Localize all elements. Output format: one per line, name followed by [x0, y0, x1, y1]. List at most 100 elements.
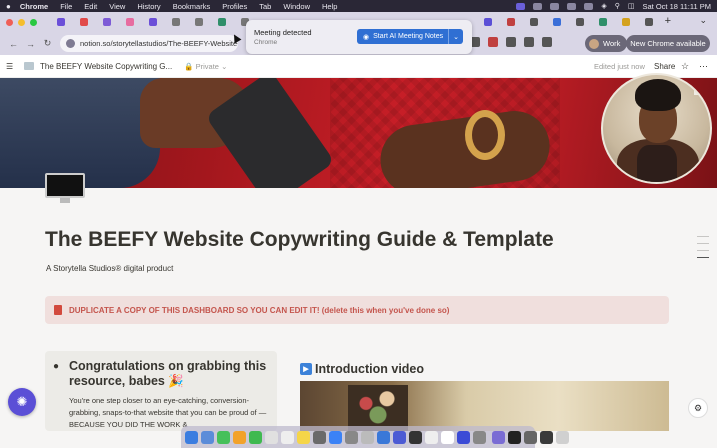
table-of-contents-rail[interactable] [697, 236, 709, 258]
dock-app-icon[interactable] [233, 430, 246, 444]
search-icon[interactable]: ⚲ [615, 2, 620, 10]
intro-video-thumbnail[interactable] [300, 381, 669, 431]
favorite-star-icon[interactable]: ☆ [681, 61, 689, 72]
new-tab-button[interactable]: + [665, 15, 671, 27]
intro-heading-label: Introduction video [315, 362, 425, 376]
control-center-icon[interactable]: ◫ [628, 2, 635, 10]
tab-search-icon[interactable]: ⌄ [699, 15, 707, 26]
apple-icon[interactable]: ● [6, 2, 11, 11]
browser-tab[interactable] [499, 15, 522, 29]
extensions-puzzle-icon[interactable] [524, 37, 534, 47]
browser-tab[interactable] [187, 15, 210, 29]
browser-tab[interactable] [141, 15, 164, 29]
menu-bookmarks[interactable]: Bookmarks [173, 2, 211, 11]
dock-app-icon[interactable] [556, 430, 569, 444]
menu-app-name[interactable]: Chrome [20, 2, 48, 11]
downloads-icon[interactable] [542, 37, 552, 47]
dock-app-icon[interactable] [524, 430, 537, 444]
dock-app-icon[interactable] [457, 430, 470, 444]
dock-app-icon[interactable] [281, 430, 294, 444]
dock-app-icon[interactable] [217, 430, 230, 444]
browser-tab[interactable] [118, 15, 141, 29]
browser-tab[interactable] [568, 15, 591, 29]
dock-app-icon[interactable] [441, 430, 454, 444]
browser-tab[interactable] [637, 15, 660, 29]
extension-icon[interactable] [506, 37, 516, 47]
menu-edit[interactable]: Edit [84, 2, 97, 11]
help-icon[interactable]: ⚙ [688, 398, 708, 418]
share-button[interactable]: Share [654, 62, 675, 71]
menu-icon[interactable]: ☰ [6, 62, 16, 71]
more-options-icon[interactable]: ⋯ [699, 61, 708, 72]
browser-tab-icon [217, 18, 226, 26]
close-window-button[interactable] [6, 18, 13, 26]
browser-tab[interactable] [164, 15, 187, 29]
dock-app-icon[interactable] [297, 430, 310, 444]
extension-icon[interactable] [488, 37, 498, 47]
browser-tab[interactable] [210, 15, 233, 29]
dock-app-icon[interactable] [313, 430, 326, 444]
menu-file[interactable]: File [60, 2, 72, 11]
menu-window[interactable]: Window [283, 2, 310, 11]
page-computer-icon[interactable] [45, 173, 85, 205]
address-bar[interactable]: notion.so/storytellastudios/The-BEEFY-We… [60, 35, 238, 52]
dock-app-icon[interactable] [361, 430, 374, 444]
breadcrumb-title[interactable]: The BEEFY Website Copywriting G... [40, 62, 172, 71]
status-app-icon[interactable] [567, 2, 577, 10]
site-info-icon[interactable] [66, 39, 75, 48]
menu-tab[interactable]: Tab [259, 2, 271, 11]
menu-profiles[interactable]: Profiles [222, 2, 247, 11]
page-title[interactable]: The BEEFY Website Copywriting Guide & Te… [45, 228, 554, 252]
profile-button[interactable]: Work [585, 35, 628, 52]
privacy-selector[interactable]: 🔒 Private ⌄ [184, 62, 227, 71]
dock-app-icon[interactable] [377, 430, 390, 444]
menu-view[interactable]: View [109, 2, 125, 11]
status-app-icon[interactable] [533, 2, 543, 10]
congrats-callout[interactable]: ● Congratulations on grabbing this resou… [45, 351, 277, 431]
update-chrome-button[interactable]: New Chrome available [626, 35, 710, 52]
status-app-icon[interactable] [516, 2, 526, 10]
minimize-window-button[interactable] [18, 18, 25, 26]
browser-tab[interactable] [476, 15, 499, 29]
dock-app-icon[interactable] [473, 430, 486, 444]
browser-tab[interactable] [522, 15, 545, 29]
ai-assistant-button[interactable]: ✺ [8, 388, 36, 416]
dock-app-icon[interactable] [540, 430, 553, 444]
dock-app-icon[interactable] [185, 430, 198, 444]
status-app-icon[interactable] [550, 2, 560, 10]
menubar-status-area: ◈ ⚲ ◫ Sat Oct 18 11:11 PM [516, 2, 711, 11]
webcam-video-bubble[interactable]: tion [601, 73, 712, 184]
dock-app-icon[interactable] [201, 430, 214, 444]
profile-label: Work [603, 39, 621, 48]
dock-app-icon[interactable] [265, 430, 278, 444]
zoom-window-button[interactable] [30, 18, 37, 26]
dock-app-icon[interactable] [329, 430, 342, 444]
browser-tab[interactable] [614, 15, 637, 29]
dock-app-icon[interactable] [492, 430, 505, 444]
dock-app-icon[interactable] [249, 430, 262, 444]
start-meeting-notes-button[interactable]: ◉ Start AI Meeting Notes ⌄ [357, 29, 463, 44]
browser-tab[interactable] [545, 15, 568, 29]
back-icon[interactable]: ← [5, 39, 22, 49]
forward-icon[interactable]: → [22, 39, 39, 49]
reload-icon[interactable]: ↻ [39, 38, 56, 49]
dock-app-icon[interactable] [345, 430, 358, 444]
menubar-clock[interactable]: Sat Oct 18 11:11 PM [642, 2, 711, 11]
browser-tab[interactable] [591, 15, 614, 29]
dock-app-icon[interactable] [425, 430, 438, 444]
menu-history[interactable]: History [137, 2, 160, 11]
page-subtitle[interactable]: A Storytella Studios® digital product [46, 264, 173, 273]
bubble-person-shirt [637, 145, 677, 182]
intro-video-heading[interactable]: ▶ Introduction video [300, 362, 424, 376]
dock-app-icon[interactable] [393, 430, 406, 444]
dock-app-icon[interactable] [409, 430, 422, 444]
browser-tab[interactable] [49, 15, 72, 29]
menu-help[interactable]: Help [322, 2, 337, 11]
status-app-icon[interactable] [584, 2, 594, 10]
browser-tab[interactable] [72, 15, 95, 29]
dock-app-icon[interactable] [508, 430, 521, 444]
browser-tab[interactable] [95, 15, 118, 29]
wifi-icon[interactable]: ◈ [601, 2, 606, 10]
chevron-down-icon[interactable]: ⌄ [448, 29, 463, 44]
duplicate-callout[interactable]: DUPLICATE A COPY OF THIS DASHBOARD SO YO… [45, 296, 669, 324]
